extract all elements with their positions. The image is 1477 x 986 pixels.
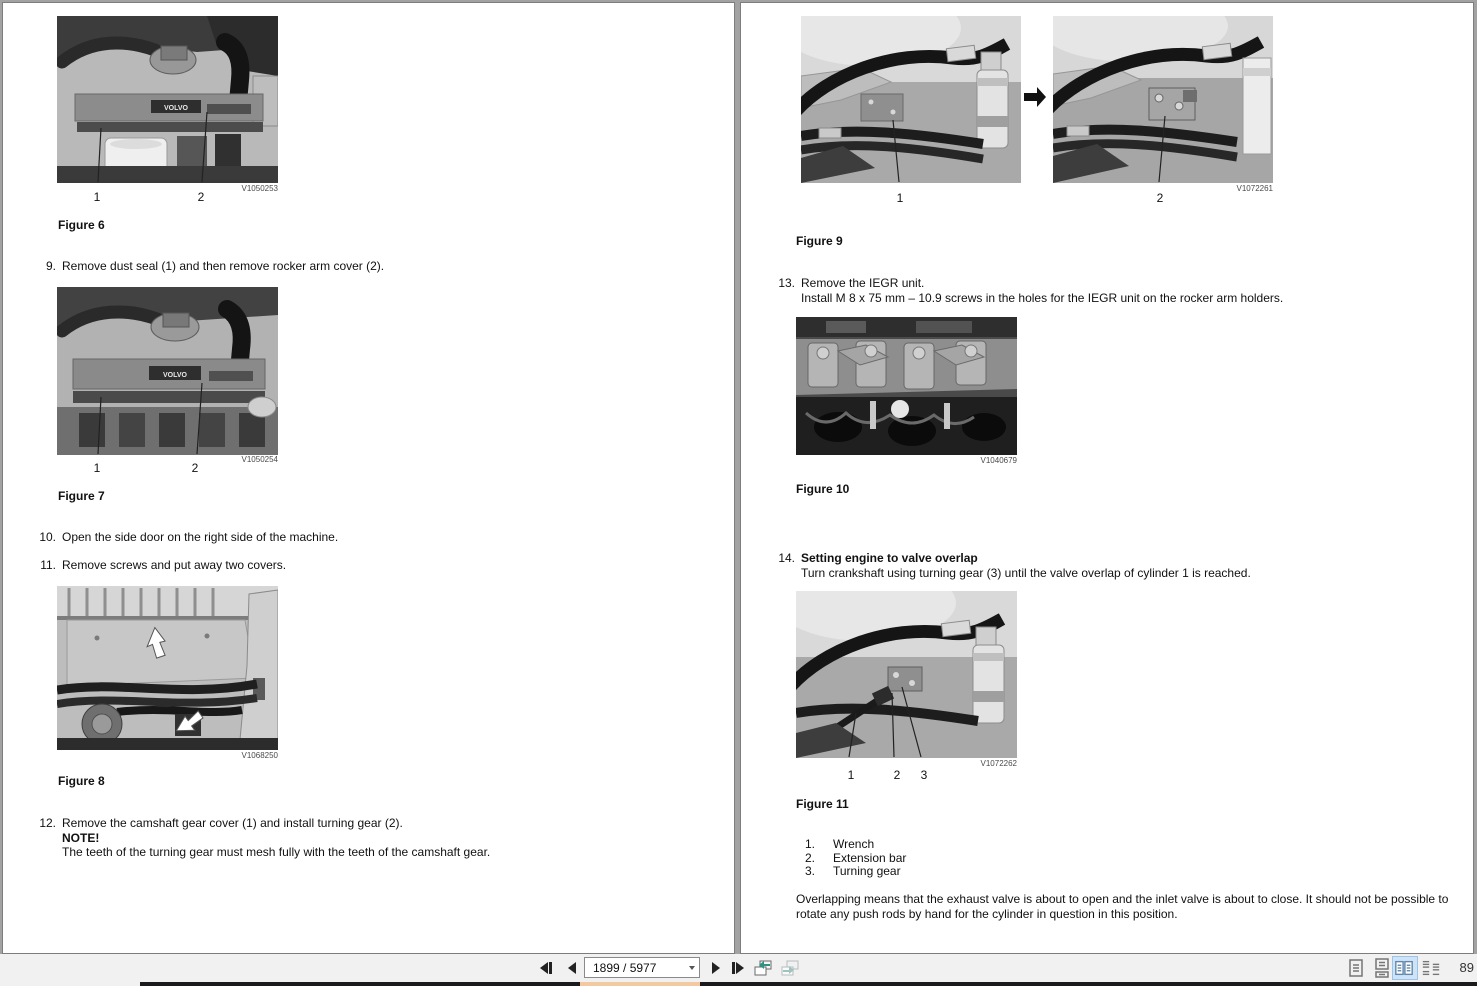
step-14-number: 14. xyxy=(778,551,795,565)
legend-item-label: Wrench xyxy=(833,837,875,851)
volvo-brand-label: VOLVO xyxy=(163,372,188,379)
previous-page-button[interactable] xyxy=(562,958,582,978)
document-page-right: V1072261 1 2 Figure 9 13. Remove the IEG… xyxy=(740,2,1474,954)
next-view-button[interactable] xyxy=(780,958,800,978)
continuous-view-icon xyxy=(1375,958,1389,978)
figure-11-photo xyxy=(796,591,1017,758)
next-view-icon xyxy=(781,960,799,976)
step-12-text: Remove the camshaft gear cover (1) and i… xyxy=(62,816,403,830)
figure-8-caption: Figure 8 xyxy=(58,774,105,788)
zoom-level-value: 89 xyxy=(1459,960,1474,975)
transition-arrow-icon xyxy=(1024,87,1046,107)
facing-pages-view-button[interactable] xyxy=(1394,958,1414,978)
figure-6-callout-1: 1 xyxy=(93,190,101,204)
step-10: 10. Open the side door on the right side… xyxy=(36,530,696,545)
last-page-button[interactable] xyxy=(728,958,748,978)
facing-continuous-view-button[interactable] xyxy=(1421,958,1441,978)
step-14: 14. Setting engine to valve overlap Turn… xyxy=(775,551,1455,580)
figure-6-photo: VOLVO xyxy=(57,16,278,183)
step-11: 11. Remove screws and put away two cover… xyxy=(36,558,696,573)
legend-item-label: Turning gear xyxy=(833,864,901,878)
step-13-line2: Install M 8 x 75 mm – 10.9 screws in the… xyxy=(801,290,1284,305)
step-13: 13. Remove the IEGR unit. Install M 8 x … xyxy=(775,276,1455,305)
figure-9-photo-before xyxy=(801,16,1021,183)
figure-9-callout-2: 2 xyxy=(1156,191,1164,205)
previous-view-icon xyxy=(754,960,772,976)
previous-page-icon xyxy=(568,962,576,974)
previous-view-button[interactable] xyxy=(753,958,773,978)
figure-8-watermark: V1068250 xyxy=(241,751,278,760)
step-10-number: 10. xyxy=(39,530,56,544)
page-number-value: 1899 / 5977 xyxy=(593,960,657,975)
figure-7-caption: Figure 7 xyxy=(58,489,105,503)
figure-11-watermark: V1072262 xyxy=(980,759,1017,768)
figure-11-callout-1: 1 xyxy=(847,768,855,782)
figure-11-legend: 1. Wrench 2. Extension bar 3. Turning ge… xyxy=(801,837,907,879)
step-12: 12. Remove the camshaft gear cover (1) a… xyxy=(36,816,716,860)
figure-7-callout-2: 2 xyxy=(191,461,199,475)
step-9-text: Remove dust seal (1) and then remove roc… xyxy=(62,259,385,273)
step-10-text: Open the side door on the right side of … xyxy=(62,530,339,544)
single-page-view-button[interactable] xyxy=(1346,958,1366,978)
figure-9-photo-after xyxy=(1053,16,1273,183)
step-14-text: Turn crankshaft using turning gear (3) u… xyxy=(801,565,1251,580)
legend-item-number: 3. xyxy=(804,864,815,878)
figure-10-watermark: V1040679 xyxy=(980,456,1017,465)
legend-item: 1. Wrench xyxy=(801,837,906,852)
figure-10-caption: Figure 10 xyxy=(796,482,850,496)
legend-item: 3. Turning gear xyxy=(801,864,906,879)
figure-11-caption: Figure 11 xyxy=(796,797,849,811)
last-page-icon xyxy=(732,962,744,974)
legend-item-number: 2. xyxy=(804,850,815,865)
viewer-toolbar: 1899 / 5977 89 xyxy=(0,954,1477,982)
step-9: 9. Remove dust seal (1) and then remove … xyxy=(36,259,696,274)
figure-7-photo: VOLVO xyxy=(57,287,278,455)
first-page-button[interactable] xyxy=(536,958,556,978)
figure-6-caption: Figure 6 xyxy=(58,218,105,232)
closing-paragraph: Overlapping means that the exhaust valve… xyxy=(796,892,1449,921)
figure-8-photo xyxy=(57,586,278,750)
first-page-icon xyxy=(540,962,552,974)
legend-item: 2. Extension bar xyxy=(801,850,907,866)
document-page-left: VOLVO V1050253 1 2 Figure 6 9. Remove du… xyxy=(2,2,735,954)
facing-continuous-view-icon xyxy=(1422,960,1440,976)
figure-9-caption: Figure 9 xyxy=(796,234,843,248)
figure-11-callout-2: 2 xyxy=(893,768,901,782)
continuous-view-button[interactable] xyxy=(1372,958,1392,978)
step-12-note-text: The teeth of the turning gear must mesh … xyxy=(62,845,491,859)
taskbar-sliver xyxy=(0,982,1477,986)
step-12-note-label: NOTE! xyxy=(62,830,100,845)
step-14-heading: Setting engine to valve overlap xyxy=(801,551,978,565)
figure-7-callout-1: 1 xyxy=(93,461,101,475)
figure-9-callout-1: 1 xyxy=(896,191,904,205)
figure-11-callout-3: 3 xyxy=(920,768,928,782)
next-page-button[interactable] xyxy=(706,958,726,978)
step-12-number: 12. xyxy=(39,816,56,830)
step-9-number: 9. xyxy=(45,259,56,273)
next-page-icon xyxy=(712,962,720,974)
taskbar-sliver-accent xyxy=(580,982,700,986)
legend-item-label: Extension bar xyxy=(833,850,907,865)
step-11-number: 11. xyxy=(40,558,56,572)
single-page-view-icon xyxy=(1349,959,1363,977)
volvo-brand-label: VOLVO xyxy=(164,105,189,112)
facing-pages-view-icon xyxy=(1395,960,1413,976)
figure-6-callout-2: 2 xyxy=(197,190,205,204)
combobox-dropdown-arrow-icon[interactable] xyxy=(685,958,699,977)
page-number-combobox[interactable]: 1899 / 5977 xyxy=(584,957,700,978)
step-13-line1: Remove the IEGR unit. xyxy=(801,276,925,290)
taskbar-sliver-dark xyxy=(140,982,1477,986)
step-13-number: 13. xyxy=(778,276,795,290)
figure-10-photo xyxy=(796,317,1017,455)
legend-item-number: 1. xyxy=(804,837,815,851)
step-11-text: Remove screws and put away two covers. xyxy=(62,558,287,572)
